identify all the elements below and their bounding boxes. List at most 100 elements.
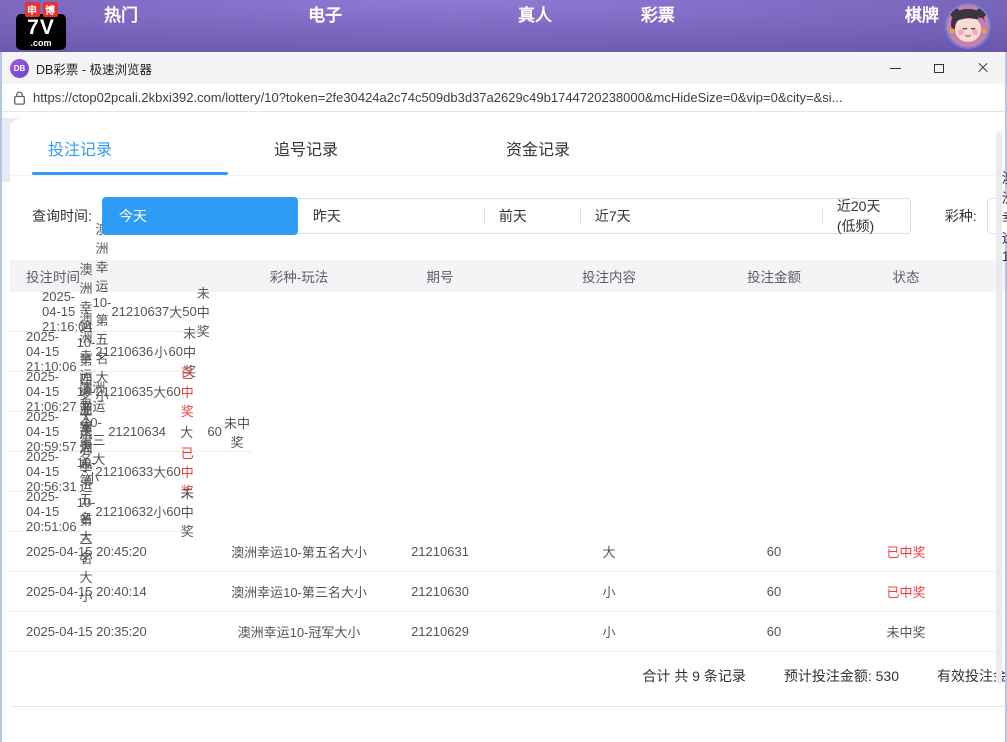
table-row: 2025-04-15 20:45:20 澳洲幸运10-第五名大小 2121063…: [10, 532, 1005, 572]
cell-bet-amount: 60: [730, 624, 818, 639]
time-range-option[interactable]: 今天: [102, 197, 298, 235]
cell-bet-time: 2025-04-15 21:06:27: [10, 369, 77, 414]
lottery-filter-label: 彩种:: [945, 206, 977, 226]
cell-status: 已中奖: [818, 582, 994, 601]
window-controls: [873, 52, 1005, 84]
summary-valid-amount: 有效投注金额: [937, 666, 1005, 686]
logo-badge-bo: 博: [43, 2, 58, 17]
cell-bet-amount: 60: [207, 424, 222, 439]
table-header-row: 投注时间 彩种-玩法 期号 投注内容 投注金额 状态: [10, 260, 1005, 292]
nav-menu-item[interactable]: 真人: [518, 1, 611, 51]
close-button[interactable]: [961, 52, 1005, 84]
url-text: https://ctop02pcali.2kbxi392.com/lottery…: [33, 90, 842, 105]
site-logo[interactable]: 申 博 7V .com: [16, 2, 66, 50]
page-content: 投注记录 追号记录 资金记录 查询时间: 今天 昨天: [2, 118, 1005, 742]
cell-status: 已中奖: [818, 542, 994, 561]
column-header: 投注金额: [730, 266, 818, 286]
cell-issue-number: 21210629: [392, 624, 488, 639]
minimize-button[interactable]: [873, 52, 917, 84]
close-icon: [977, 62, 989, 74]
cell-bet-amount: 60: [730, 584, 818, 599]
table-summary: 合计 共 9 条记录 预计投注金额: 530 有效投注金额: [10, 652, 1005, 707]
cell-status: 未中奖: [818, 622, 994, 641]
cell-lottery-play: 澳洲幸运10-第五名大小: [206, 542, 392, 561]
time-range-option[interactable]: 近20天(低频): [822, 198, 910, 234]
table-row: 2025-04-15 20:40:14 澳洲幸运10-第三名大小 2121063…: [10, 572, 1005, 612]
cell-bet-amount: 60: [166, 504, 180, 519]
cell-bet-time: 2025-04-15 20:45:20: [10, 544, 206, 559]
logo-mark: 7V .com: [16, 14, 66, 50]
table-row: 2025-04-15 21:16:04 澳洲幸运10-第五名大小 2121063…: [10, 292, 206, 332]
nav-menu-item[interactable]: 彩票: [641, 1, 875, 51]
cell-bet-time: 2025-04-15 20:51:06: [10, 489, 77, 534]
record-tab[interactable]: 追号记录: [274, 136, 460, 175]
table-row: 2025-04-15 20:35:20 澳洲幸运10-冠军大小 21210629…: [10, 612, 1005, 652]
avatar-illustration: [947, 5, 989, 47]
cell-bet-amount: 60: [166, 464, 180, 479]
time-range-option[interactable]: 前天: [484, 198, 580, 234]
logo-7v-text: 7V: [16, 17, 66, 38]
cell-issue-number: 21210634: [108, 424, 166, 439]
address-bar[interactable]: https://ctop02pcali.2kbxi392.com/lottery…: [2, 84, 1005, 112]
cell-bet-amount: 60: [169, 344, 183, 359]
browser-titlebar: DB DB彩票 - 极速浏览器: [2, 52, 1005, 84]
cell-bet-amount: 60: [730, 544, 818, 559]
cell-status: 未中奖: [222, 413, 252, 451]
column-header: 状态: [818, 266, 994, 286]
nav-menu-item[interactable]: 电子: [308, 1, 488, 51]
site-nav: 申 博 7V .com 热门 电子 真人 彩票 棋牌 捕鱼 体育: [0, 0, 1007, 52]
cell-bet-content: 大: [166, 422, 207, 441]
cell-bet-content: 大: [169, 302, 182, 321]
cell-bet-time: 2025-04-15 21:10:06: [10, 329, 77, 374]
maximize-button[interactable]: [917, 52, 961, 84]
nav-menu-item[interactable]: 热门: [88, 1, 278, 51]
record-tab[interactable]: 资金记录: [506, 136, 602, 175]
cell-lottery-play: 澳洲幸运10-第三名大小: [77, 419, 96, 605]
cell-issue-number: 21210632: [95, 504, 153, 519]
records-card: 投注记录 追号记录 资金记录 查询时间: 今天 昨天: [10, 118, 1005, 741]
logo-badges: 申 博: [25, 2, 58, 17]
column-header: 期号: [392, 266, 488, 286]
table-row: 2025-04-15 20:59:57 澳洲幸运10-第三名大小 2121063…: [10, 412, 252, 452]
logo-com-text: .com: [16, 39, 66, 48]
cell-bet-time: 2025-04-15 20:35:20: [10, 624, 206, 639]
cell-status: 未中奖: [197, 283, 210, 340]
cell-bet-content: 小: [488, 582, 730, 601]
cell-issue-number: 21210630: [392, 584, 488, 599]
cell-lottery-play: 澳洲幸运10-冠军大小: [206, 622, 392, 641]
cell-lottery-play: 澳洲幸运10-第三名大小: [206, 582, 392, 601]
window-title: DB彩票 - 极速浏览器: [36, 59, 152, 78]
cell-bet-content: 小: [153, 502, 166, 521]
time-range-option[interactable]: 昨天: [298, 198, 484, 234]
cell-bet-content: 大: [153, 382, 166, 401]
cell-bet-content: 大: [153, 462, 166, 481]
cell-bet-time: 2025-04-15 20:40:14: [10, 584, 206, 599]
table-row: 2025-04-15 20:51:06 澳洲幸运10-第三名大小 2121063…: [10, 492, 186, 532]
column-header: 投注内容: [488, 266, 730, 286]
time-filter-label: 查询时间:: [32, 206, 92, 226]
lock-icon: [14, 91, 25, 105]
minimize-icon: [890, 68, 901, 69]
cell-status: 已中奖: [181, 363, 194, 420]
cell-issue-number: 21210631: [392, 544, 488, 559]
time-range-group: 今天 昨天 前天 近7天 近20天(低频): [102, 198, 911, 234]
browser-window: DB DB彩票 - 极速浏览器 https://ctop02pcali.2kbx…: [0, 52, 1007, 742]
time-range-option[interactable]: 近7天: [580, 198, 822, 234]
cell-bet-amount: 50: [182, 304, 196, 319]
vertical-scrollbar[interactable]: [996, 132, 1002, 684]
column-header: 彩种-玩法: [206, 266, 392, 286]
cell-issue-number: 21210637: [111, 304, 169, 319]
record-tab[interactable]: 投注记录: [32, 136, 228, 175]
summary-expected-amount: 预计投注金额: 530: [784, 666, 899, 686]
lottery-select-value: 澳洲幸运10: [1002, 168, 1007, 264]
bet-records-table: 投注时间 彩种-玩法 期号 投注内容 投注金额 状态: [10, 260, 1005, 707]
user-avatar[interactable]: [945, 3, 991, 49]
filter-bar: 查询时间: 今天 昨天 前天 近7天 近20天(低频): [32, 198, 1005, 234]
cell-status: 未中奖: [181, 483, 194, 540]
maximize-icon: [934, 64, 944, 73]
nav-menu: 热门 电子 真人 彩票 棋牌 捕鱼 体育 优惠: [88, 1, 1007, 51]
cell-bet-time: 2025-04-15 20:59:57: [10, 409, 77, 454]
summary-total-records: 合计 共 9 条记录: [642, 666, 745, 686]
db-favicon-icon: DB: [10, 59, 29, 78]
logo-badge-shen: 申: [25, 2, 40, 17]
